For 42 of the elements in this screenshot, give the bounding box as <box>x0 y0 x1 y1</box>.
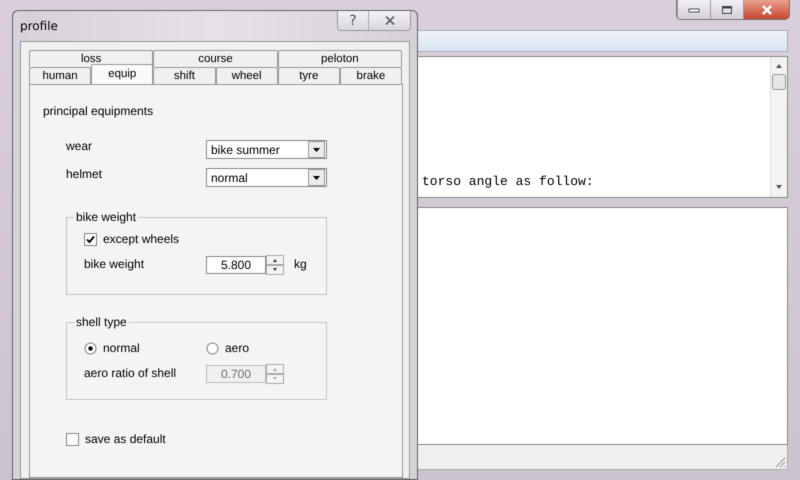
tab[interactable]: peloton <box>278 50 402 67</box>
tab[interactable]: tyre <box>278 67 340 84</box>
unit-label: kg <box>294 256 307 270</box>
radio-button[interactable] <box>84 342 97 354</box>
log-line: torso angle as follow: <box>422 174 594 189</box>
help-button[interactable]: ? <box>338 11 368 30</box>
tab[interactable]: course <box>153 50 278 67</box>
checkbox[interactable] <box>66 432 79 446</box>
tab[interactable]: wheel <box>216 67 278 84</box>
close-button[interactable] <box>368 11 410 30</box>
spin-buttons[interactable] <box>266 255 284 275</box>
checkbox-label[interactable]: save as default <box>85 432 166 446</box>
tab[interactable]: equip <box>91 64 154 84</box>
checkbox-label[interactable]: except wheels <box>103 232 180 246</box>
group-title: bike weight <box>75 210 138 224</box>
radio-label[interactable]: normal <box>103 341 140 355</box>
dropdown[interactable]: bike summer <box>206 140 327 159</box>
field-label: bike weight <box>84 256 146 270</box>
close-icon <box>382 15 396 26</box>
close-button[interactable] <box>743 0 789 19</box>
field-label: aero ratio of shell <box>84 366 178 380</box>
number-field[interactable]: 5.800 <box>206 256 266 274</box>
checkbox[interactable] <box>84 232 97 246</box>
maximize-icon <box>721 4 733 14</box>
scrollbar[interactable] <box>770 57 787 197</box>
minimize-icon <box>688 6 700 12</box>
section-title: principal equipments <box>43 104 154 118</box>
tab[interactable]: shift <box>153 67 216 84</box>
group-title: shell type <box>75 315 128 329</box>
radio-button[interactable] <box>206 342 219 354</box>
maximize-button[interactable] <box>710 0 743 19</box>
field-label: helmet <box>66 167 104 181</box>
tab[interactable]: loss <box>29 50 154 67</box>
resize-grip-icon[interactable] <box>774 456 786 468</box>
radio-label[interactable]: aero <box>225 341 250 355</box>
field-label: wear <box>66 139 94 153</box>
tab[interactable]: human <box>29 67 92 84</box>
close-icon <box>760 4 774 16</box>
minimize-button[interactable] <box>677 0 710 19</box>
dropdown[interactable]: normal <box>206 168 327 187</box>
dialog-title: profile <box>20 19 58 33</box>
tab[interactable]: brake <box>340 67 402 84</box>
